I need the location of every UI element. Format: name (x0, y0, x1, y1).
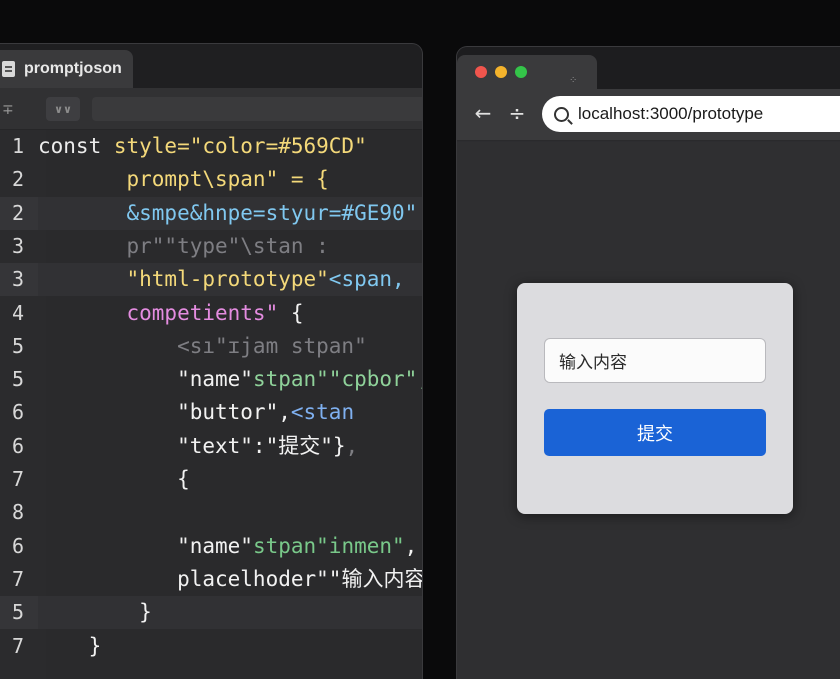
code-token: "name" (38, 367, 253, 392)
code-token: <sı"ɪjam stpan" (38, 333, 367, 358)
code-token: , (345, 433, 359, 458)
address-bar[interactable]: localhost:3000/prototype (542, 96, 840, 132)
page-viewport: 输入内容 提交 (457, 142, 840, 679)
line-number: 2 (11, 167, 25, 192)
code-line: "html-prototype"<span, (38, 263, 422, 297)
code-token: "buttor", (38, 400, 291, 425)
editor-toolbar: ∓ ∨∨ (0, 88, 422, 130)
code-line: competients" { (38, 297, 422, 330)
file-icon (2, 61, 15, 77)
line-number: 8 (11, 500, 25, 525)
code-line: &smpe&hnpe=styur=#GE90" (38, 196, 422, 230)
line-number: 4 (11, 300, 25, 325)
editor-tab-bar: promptjoson (0, 44, 422, 88)
code-area[interactable]: const style="color=#569CD" prompt\span" … (38, 130, 422, 679)
code-token: stpan"inmen" (252, 533, 405, 558)
code-line: "buttor",<stan (38, 396, 422, 429)
code-line: pr""type"\stan : (38, 230, 422, 263)
code-line: } (38, 596, 422, 630)
code-line: { (38, 463, 422, 496)
code-token: stpan""cpbor", (252, 367, 422, 392)
back-arrow-icon[interactable]: ← (471, 101, 495, 125)
code-token: <span, (328, 267, 405, 292)
code-token: ""输入内容" (316, 566, 422, 591)
code-token: "text":"提交"} (38, 433, 346, 458)
code-token: <stan (290, 400, 355, 425)
line-number: 1 (11, 134, 25, 158)
code-line: const style="color=#569CD" (38, 130, 422, 163)
editor-tab-promptjoson[interactable]: promptjoson (0, 50, 133, 88)
line-number: 3 (11, 233, 25, 258)
forward-icon[interactable]: ÷ (505, 101, 529, 125)
toolbar-search-field[interactable] (92, 97, 422, 121)
browser-tab-bar: ⁘ (457, 47, 840, 89)
code-line: "name"stpan"inmen", (38, 530, 422, 563)
browser-window: ⁘ ← ÷ localhost:3000/prototype 输入内容 提交 (457, 47, 840, 679)
search-icon (554, 106, 569, 122)
code-editor-window: promptjoson ∓ ∨∨ 1223345566786757 const … (0, 44, 422, 679)
maximize-window-button[interactable] (515, 66, 527, 78)
minimize-window-button[interactable] (495, 66, 507, 78)
code-line: prompt\span" = { (38, 163, 422, 196)
code-line: "name"stpan""cpbor", (38, 363, 422, 396)
line-number: 7 (11, 633, 25, 658)
browser-toolbar: ← ÷ localhost:3000/prototype (457, 89, 840, 141)
code-token: const (38, 134, 114, 158)
code-line: placelhoder""输入内容" (38, 563, 422, 596)
code-token: prompt\span" = { (38, 167, 329, 192)
code-token: &smpe&hnpe=styur=#GE90" (38, 200, 418, 225)
code-line: <sı"ɪjam stpan" =r (38, 330, 422, 363)
code-token: placelhoder (38, 566, 317, 591)
code-token: "name" (38, 533, 253, 558)
toolbar-chevron-button[interactable]: ∨∨ (46, 97, 80, 121)
line-number: 6 (11, 533, 25, 558)
line-number: 5 (11, 333, 25, 358)
url-text[interactable]: localhost:3000/prototype (578, 104, 763, 124)
submit-button[interactable]: 提交 (544, 409, 766, 456)
code-token: } (38, 633, 102, 658)
code-token: { (278, 300, 304, 325)
code-token: } (38, 600, 152, 625)
line-number: 5 (11, 367, 25, 392)
tab-favicon-icon: ⁘ (569, 75, 578, 86)
collapse-icon[interactable]: ∓ (2, 102, 14, 118)
close-window-button[interactable] (475, 66, 487, 78)
line-number: 7 (11, 566, 25, 591)
code-line: "text":"提交"}, (38, 430, 422, 463)
line-number: 6 (11, 400, 25, 425)
code-token: { (38, 467, 190, 491)
code-token: "html-prototype" (38, 267, 329, 292)
form-card: 输入内容 提交 (517, 283, 793, 514)
editor-tab-title: promptjoson (24, 60, 122, 77)
content-input[interactable]: 输入内容 (544, 338, 766, 383)
code-token: pr""type"\stan : (38, 233, 329, 258)
code-token: style="color=#569CD" (113, 134, 367, 158)
line-number: 6 (11, 433, 25, 458)
code-token: , (404, 533, 418, 558)
line-number: 7 (11, 467, 25, 491)
code-line: } (38, 630, 422, 663)
code-token: competients" (38, 300, 279, 325)
code-token: =r (367, 334, 422, 358)
